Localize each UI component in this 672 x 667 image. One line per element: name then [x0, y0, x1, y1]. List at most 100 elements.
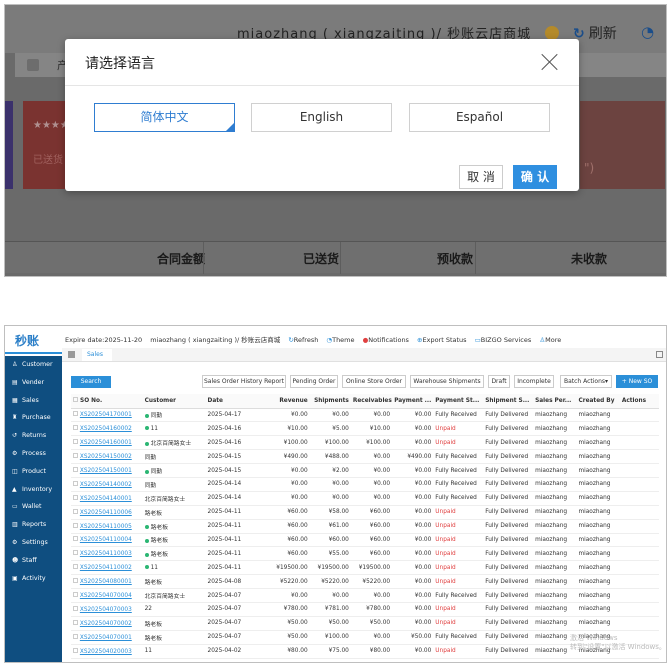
row-checkbox[interactable]: [73, 605, 78, 611]
draft-button[interactable]: Draft: [488, 375, 510, 388]
row-checkbox[interactable]: [73, 411, 78, 417]
window-icon[interactable]: [656, 351, 663, 358]
sidebar-item-customer[interactable]: ♙ Customer: [5, 356, 62, 374]
row-checkbox[interactable]: [73, 522, 78, 528]
menu-toggle-icon[interactable]: [68, 351, 75, 358]
so-number-link[interactable]: XS202504020003: [80, 649, 132, 655]
column-header[interactable]: Receivables: [350, 394, 393, 409]
column-header[interactable]: Customer: [142, 394, 206, 409]
table-row[interactable]: XS202504080001 路老板 2025-04-08 ¥5220.00 ¥5220…: [71, 574, 659, 590]
column-header[interactable]: Payment ...: [392, 394, 434, 409]
table-row[interactable]: XS202504110006 路老板 2025-04-11 ¥60.00 ¥58.00 ¥…: [71, 505, 659, 520]
so-number-link[interactable]: XS202504140001: [80, 496, 132, 502]
column-header[interactable]: SO No.: [71, 394, 143, 409]
column-header[interactable]: Sales Per...: [533, 394, 577, 409]
table-row[interactable]: XS202504170001 同勤 2025-04-17 ¥0.00 ¥0.00 ¥0.0…: [71, 408, 659, 423]
search-button[interactable]: Search: [71, 376, 111, 388]
column-header[interactable]: Revenue: [261, 394, 310, 409]
lang-option-chinese[interactable]: 简体中文: [94, 103, 235, 132]
theme-button[interactable]: ◔Theme: [326, 336, 354, 344]
row-checkbox[interactable]: [73, 592, 78, 598]
table-row[interactable]: XS202504070004 北京百简路女士 2025-04-07 ¥0.00 ¥0.0…: [71, 588, 659, 603]
so-number-link[interactable]: XS202504110003: [80, 551, 132, 557]
row-checkbox[interactable]: [73, 439, 78, 445]
sidebar-item-returns[interactable]: ↺ Returns: [5, 427, 62, 445]
so-number-link[interactable]: XS202504160002: [80, 426, 132, 432]
table-row[interactable]: XS202504110003 路老板 2025-04-11 ¥60.00 ¥55.00 ¥…: [71, 546, 659, 562]
tab-sales[interactable]: Sales: [82, 349, 112, 361]
warehouse-shipments-button[interactable]: Warehouse Shipments: [410, 375, 484, 388]
so-number-link[interactable]: XS202504070003: [80, 607, 132, 613]
coin-icon[interactable]: [545, 26, 559, 40]
confirm-button[interactable]: 确 认: [513, 165, 557, 189]
palette-icon[interactable]: ◔: [641, 23, 654, 41]
sidebar-item-wallet[interactable]: ▭ Wallet: [5, 498, 62, 516]
row-checkbox[interactable]: [73, 564, 78, 570]
table-row[interactable]: XS202504160002 11 2025-04-16 ¥10.00 ¥5.00 ¥10…: [71, 421, 659, 437]
more-button[interactable]: ♙More: [539, 336, 561, 344]
new-so-button[interactable]: + New SO: [616, 375, 658, 388]
so-number-link[interactable]: XS202504160001: [80, 440, 132, 446]
lang-option-spanish[interactable]: Español: [409, 103, 550, 132]
column-header[interactable]: Date: [205, 394, 262, 409]
row-checkbox[interactable]: [73, 536, 78, 542]
so-number-link[interactable]: XS202504070002: [80, 621, 132, 627]
so-number-link[interactable]: XS202504070004: [80, 593, 132, 599]
table-row[interactable]: XS202504110002 11 2025-04-11 ¥19500.00 ¥1950…: [71, 560, 659, 576]
row-checkbox[interactable]: [73, 550, 78, 556]
so-number-link[interactable]: XS202504110005: [80, 524, 132, 530]
so-number-link[interactable]: XS202504170001: [80, 412, 132, 418]
export-status-button[interactable]: ⊕Export Status: [417, 336, 467, 344]
row-checkbox[interactable]: [73, 494, 78, 500]
table-row[interactable]: XS202504150002 同勤 2025-04-15 ¥490.00 ¥488.00…: [71, 449, 659, 465]
table-row[interactable]: XS202504070002 路老板 2025-04-07 ¥50.00 ¥50.00 ¥…: [71, 616, 659, 631]
row-checkbox[interactable]: [73, 453, 78, 459]
table-row[interactable]: XS202504110005 路老板 2025-04-11 ¥60.00 ¥61.00 ¥…: [71, 519, 659, 534]
cancel-button[interactable]: 取 消: [459, 165, 503, 189]
batch-actions-dropdown[interactable]: Batch Actions▾: [560, 375, 612, 388]
row-checkbox[interactable]: [73, 425, 78, 431]
table-row[interactable]: XS202504140002 同勤 2025-04-14 ¥0.00 ¥0.00 ¥0.0…: [71, 477, 659, 492]
history-report-button[interactable]: Sales Order History Report: [202, 375, 286, 388]
so-number-link[interactable]: XS202504150002: [80, 454, 132, 460]
sidebar-item-sales[interactable]: ▦ Sales: [5, 392, 62, 410]
sidebar-item-process[interactable]: ⚙ Process: [5, 445, 62, 463]
table-row[interactable]: XS202504070003 22 2025-04-07 ¥780.00 ¥781.00…: [71, 602, 659, 617]
account-name[interactable]: miaozhang ( xiangzaiting )/ 秒账云店商城: [150, 336, 280, 344]
row-checkbox[interactable]: [73, 467, 78, 472]
sidebar-item-settings[interactable]: ⚙ Settings: [5, 534, 62, 552]
so-number-link[interactable]: XS202504150001: [80, 468, 132, 474]
sidebar-item-reports[interactable]: ▥ Reports: [5, 516, 62, 534]
row-checkbox[interactable]: [73, 633, 78, 639]
table-row[interactable]: XS202504160001 北京百简路女士 2025-04-16 ¥100.00 ¥1…: [71, 435, 659, 451]
sidebar-item-activity[interactable]: ▣ Activity: [5, 570, 62, 588]
table-row[interactable]: XS202504150001 同勤 2025-04-15 ¥0.00 ¥2.00 ¥0.0…: [71, 463, 659, 478]
column-header[interactable]: Created By: [576, 394, 620, 409]
so-number-link[interactable]: XS202504110004: [80, 537, 132, 543]
column-header[interactable]: Actions: [619, 394, 659, 409]
column-header[interactable]: Shipments: [309, 394, 351, 409]
so-number-link[interactable]: XS202504110002: [80, 565, 132, 571]
row-checkbox[interactable]: [73, 508, 78, 514]
bizgo-services-button[interactable]: ▭BIZGO Services: [475, 336, 532, 344]
sidebar-item-inventory[interactable]: ▲ Inventory: [5, 481, 62, 499]
notifications-button[interactable]: ●Notifications: [363, 336, 409, 344]
row-checkbox[interactable]: [73, 647, 78, 653]
select-all-checkbox[interactable]: [73, 397, 78, 403]
refresh-button[interactable]: ↻Refresh: [288, 336, 318, 344]
so-number-link[interactable]: XS202504110006: [80, 510, 132, 516]
lang-option-english[interactable]: English: [251, 103, 392, 132]
row-checkbox[interactable]: [73, 578, 78, 584]
so-number-link[interactable]: XS202504080001: [80, 579, 132, 585]
sidebar-item-vender[interactable]: ▤ Vender: [5, 374, 62, 392]
row-checkbox[interactable]: [73, 619, 78, 625]
column-header[interactable]: Shipment S...: [483, 394, 534, 409]
sidebar-item-staff[interactable]: ☻ Staff: [5, 552, 62, 570]
online-store-order-button[interactable]: Online Store Order: [342, 375, 406, 388]
incomplete-button[interactable]: Incomplete: [514, 375, 554, 388]
table-row[interactable]: XS202504140001 北京百简路女士 2025-04-14 ¥0.00 ¥0.0…: [71, 491, 659, 506]
refresh-button[interactable]: ↻ 刷新: [573, 23, 617, 43]
sidebar-item-product[interactable]: ◫ Product: [5, 463, 62, 481]
sidebar-item-purchase[interactable]: ♜ Purchase: [5, 409, 62, 427]
row-checkbox[interactable]: [73, 480, 78, 486]
